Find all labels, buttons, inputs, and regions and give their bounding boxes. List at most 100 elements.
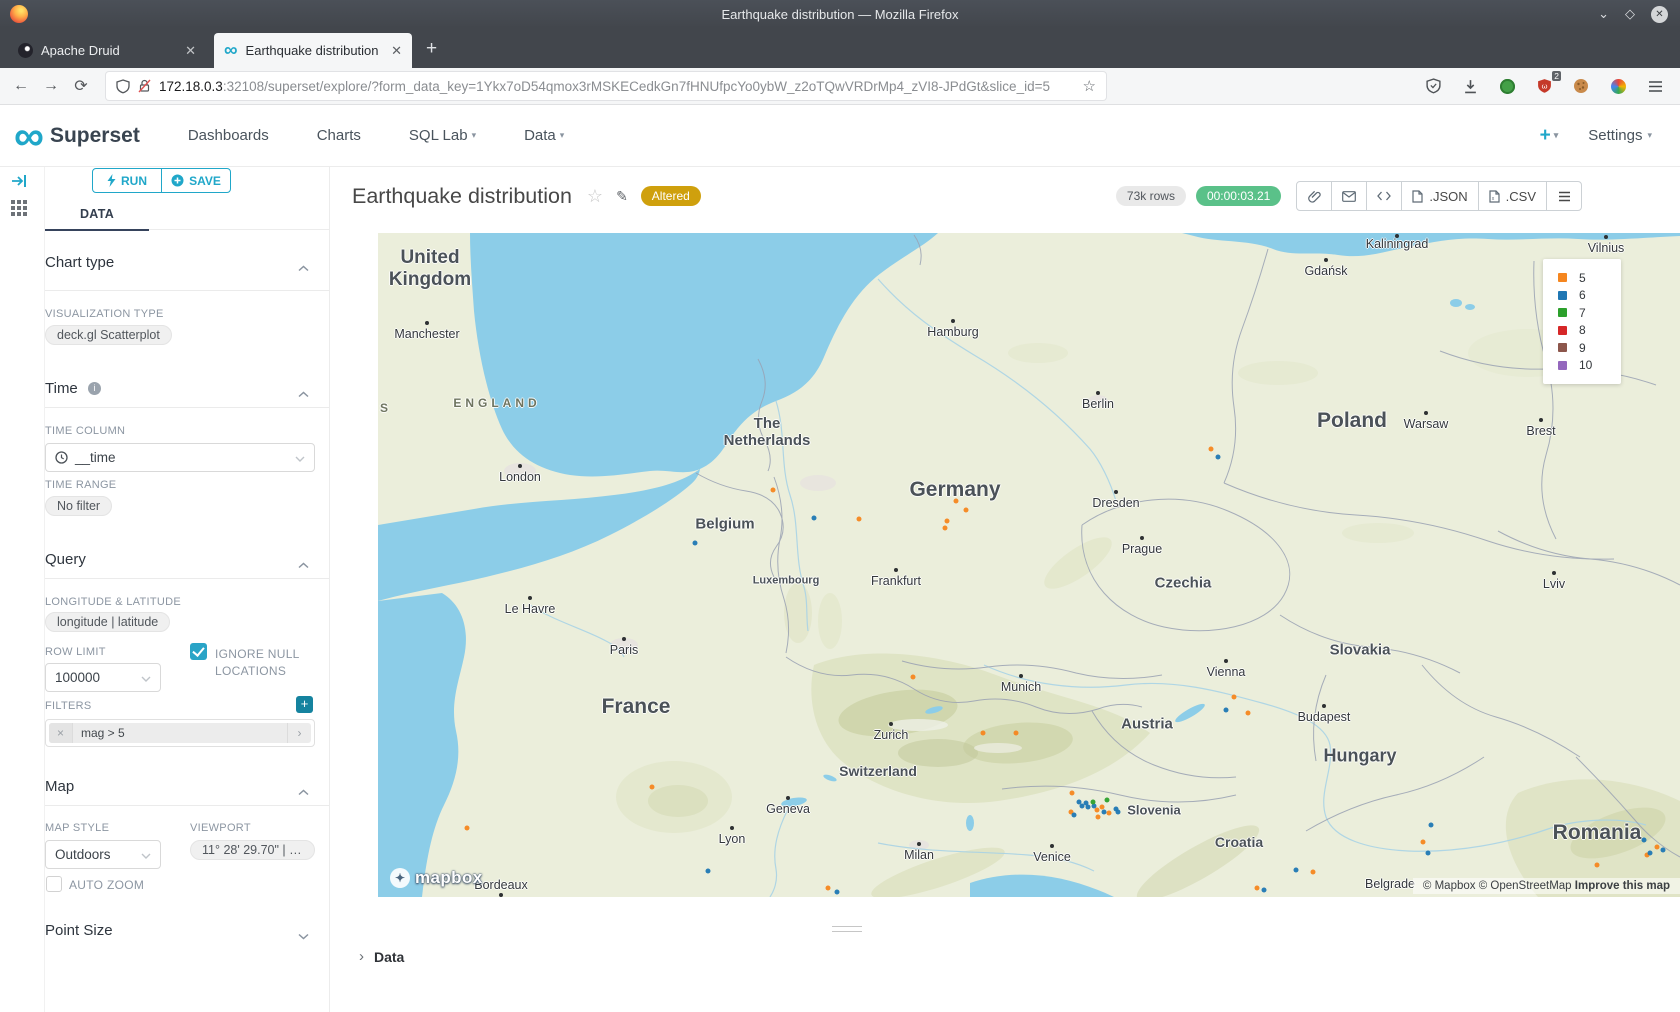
forward-button[interactable]: → <box>36 77 66 95</box>
adblock-shield-icon[interactable]: ω 2 <box>1529 73 1559 99</box>
window-close-icon[interactable]: ✕ <box>1651 6 1668 23</box>
pocket-shield-icon[interactable] <box>1418 73 1448 99</box>
row-count-badge: 73k rows <box>1116 186 1186 206</box>
favorite-star-icon[interactable]: ☆ <box>587 186 603 207</box>
mapbox-logo[interactable]: ✦ mapbox <box>390 868 483 888</box>
cookie-extension-icon[interactable] <box>1566 73 1596 99</box>
edit-properties-icon[interactable]: ✎ <box>616 188 628 205</box>
row-limit-select[interactable]: 100000 <box>45 663 161 692</box>
map-label-city: Munich <box>1001 680 1041 694</box>
map-label-city: Brest <box>1526 424 1555 438</box>
scatter-point <box>857 517 862 522</box>
nav-item-dashboards[interactable]: Dashboards <box>188 127 269 144</box>
new-tab-button[interactable]: + <box>426 38 437 60</box>
file-icon: x <box>1489 190 1500 203</box>
nav-item-charts[interactable]: Charts <box>317 127 361 144</box>
section-point-size[interactable]: Point Size <box>45 922 313 939</box>
panel-resize-handle[interactable] <box>832 926 862 932</box>
scatter-point <box>1096 815 1101 820</box>
reload-button[interactable]: ⟳ <box>66 76 96 96</box>
tracking-shield-icon[interactable] <box>116 79 130 94</box>
email-button[interactable] <box>1331 181 1367 211</box>
add-new-button[interactable]: +▾ <box>1540 125 1559 147</box>
bookmark-star-icon[interactable]: ☆ <box>1083 77 1096 95</box>
ignore-null-checkbox[interactable] <box>190 643 207 660</box>
url-bar[interactable]: 172.18.0.3:32108/superset/explore/?form_… <box>106 72 1106 100</box>
map-label-city: Venice <box>1033 850 1071 864</box>
viz-type-value[interactable]: deck.gl Scatterplot <box>45 325 172 345</box>
section-map[interactable]: Map <box>45 778 313 795</box>
extension-green-icon[interactable] <box>1492 73 1522 99</box>
envelope-icon <box>1342 191 1356 202</box>
window-maximize-icon[interactable]: ◇ <box>1625 6 1635 22</box>
data-panel-label: Data <box>374 949 404 965</box>
map-label-city: Lviv <box>1543 577 1565 591</box>
pinwheel-extension-icon[interactable] <box>1603 73 1633 99</box>
map-label-country: Czechia <box>1155 574 1212 591</box>
viewport-value[interactable]: 11° 28' 29.70" | 50... <box>190 840 315 860</box>
add-filter-button[interactable]: + <box>296 696 313 713</box>
remove-filter-icon[interactable]: × <box>49 723 73 743</box>
back-button[interactable]: ← <box>6 77 36 95</box>
browser-tab-earthquake-distribution[interactable]: ∞ Earthquake distribution ✕ <box>214 33 412 68</box>
city-dot-icon <box>951 319 955 323</box>
copy-link-button[interactable] <box>1296 181 1332 211</box>
tab-data[interactable]: DATA <box>45 207 149 230</box>
deckgl-scatterplot-map[interactable]: United KingdomENGLANDESThe NetherlandsBe… <box>378 233 1680 897</box>
file-icon <box>1412 190 1423 203</box>
altered-badge[interactable]: Altered <box>641 186 701 206</box>
tab-close-icon[interactable]: ✕ <box>391 43 402 59</box>
improve-map-link[interactable]: Improve this map <box>1575 880 1670 892</box>
map-label-country: Hungary <box>1323 746 1396 767</box>
filter-container: × mag > 5 › <box>45 719 315 747</box>
export-csv-button[interactable]: x.CSV <box>1478 181 1547 211</box>
city-dot-icon <box>1539 418 1543 422</box>
chevron-up-icon <box>298 556 309 573</box>
chart-menu-button[interactable] <box>1546 181 1582 211</box>
chevron-right-icon[interactable]: › <box>287 723 311 743</box>
section-time[interactable]: Time i <box>45 380 313 397</box>
superset-logo-icon[interactable]: ∞ <box>14 121 44 151</box>
scatter-point <box>1086 805 1091 810</box>
section-chart-type[interactable]: Chart type <box>45 254 313 271</box>
export-json-button[interactable]: .JSON <box>1401 181 1478 211</box>
embed-code-button[interactable] <box>1366 181 1402 211</box>
time-column-select[interactable]: __time <box>45 443 315 472</box>
collapse-datasource-panel-icon[interactable] <box>11 174 29 193</box>
lonlat-value[interactable]: longitude | latitude <box>45 612 170 632</box>
insecure-lock-icon[interactable] <box>138 79 151 93</box>
scatter-point <box>1102 810 1107 815</box>
legend-swatch <box>1558 343 1567 352</box>
filter-chip[interactable]: × mag > 5 › <box>49 723 311 743</box>
nav-item-data[interactable]: Data▾ <box>524 127 564 144</box>
browser-menu-icon[interactable] <box>1640 73 1670 99</box>
save-button[interactable]: SAVE <box>161 169 230 192</box>
section-query[interactable]: Query <box>45 551 313 568</box>
osm-attribution-link[interactable]: © OpenStreetMap <box>1479 880 1572 892</box>
run-button[interactable]: RUN <box>93 169 161 192</box>
time-range-value[interactable]: No filter <box>45 496 112 516</box>
tab-close-icon[interactable]: ✕ <box>185 43 196 59</box>
mapbox-attribution-link[interactable]: © Mapbox <box>1423 880 1476 892</box>
nav-item-sql-lab[interactable]: SQL Lab▾ <box>409 127 476 144</box>
chart-container: Earthquake distribution ☆ ✎ Altered 73k … <box>345 167 1680 1012</box>
map-label-country: Belgium <box>695 515 754 532</box>
map-legend: 5678910 <box>1543 259 1621 384</box>
chart-title[interactable]: Earthquake distribution <box>352 184 572 209</box>
superset-brand[interactable]: Superset <box>50 124 140 148</box>
dataset-grid-icon[interactable] <box>11 200 27 216</box>
control-panel: RUN SAVE DATA Chart type VISUALIZATION T… <box>45 167 330 1012</box>
window-minimize-icon[interactable]: ⌄ <box>1598 6 1609 22</box>
legend-label: 7 <box>1579 306 1586 320</box>
map-label-city: Milan <box>904 848 934 862</box>
filter-expression[interactable]: mag > 5 <box>73 726 287 740</box>
browser-tab-apache-druid[interactable]: Apache Druid ✕ <box>8 33 206 68</box>
downloads-icon[interactable] <box>1455 73 1485 99</box>
map-style-select[interactable]: Outdoors <box>45 840 161 869</box>
map-label-country: France <box>602 695 671 719</box>
chevron-right-icon: › <box>359 948 364 965</box>
settings-menu[interactable]: Settings▾ <box>1588 127 1652 144</box>
data-results-panel[interactable]: › Data <box>359 948 404 965</box>
auto-zoom-checkbox[interactable] <box>46 876 62 892</box>
city-dot-icon <box>622 637 626 641</box>
